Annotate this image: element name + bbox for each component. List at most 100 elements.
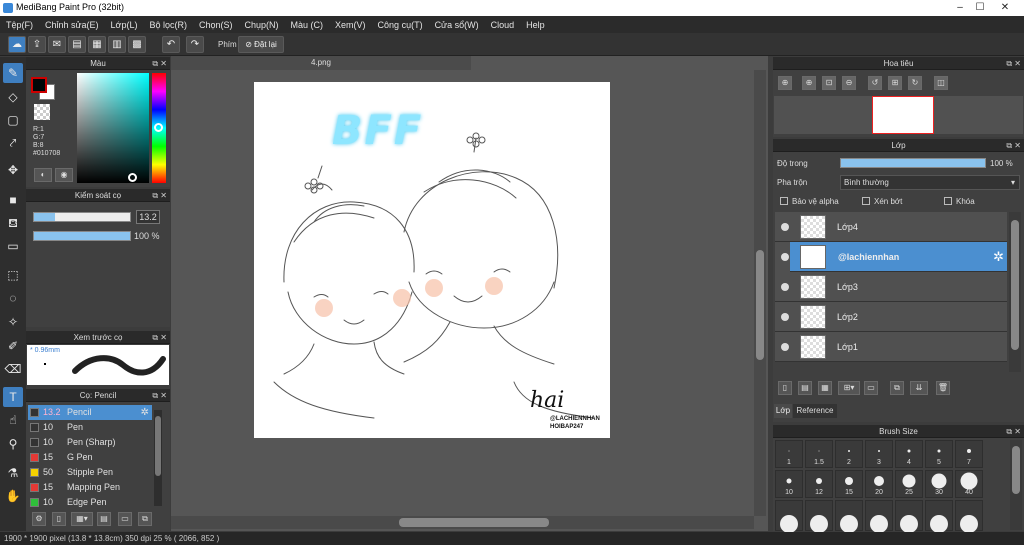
add-brush-icon[interactable]: ⚙ — [32, 512, 46, 526]
gradient-tool-icon[interactable]: ▭ — [3, 236, 23, 256]
eye-icon[interactable] — [781, 313, 789, 321]
fit-icon[interactable]: ⊡ — [822, 76, 836, 90]
redo-icon[interactable]: ↷ — [186, 36, 204, 53]
brush-size-option-2[interactable]: 2 — [835, 440, 863, 468]
move-tool-icon[interactable]: ✥ — [3, 160, 23, 180]
brush-list-scrollbar[interactable] — [154, 410, 162, 506]
layer-row-4[interactable]: Lớp4 — [775, 212, 1007, 242]
chat-icon[interactable]: ✉ — [48, 36, 66, 53]
layer-list-scrollbar[interactable] — [1009, 212, 1021, 372]
tab-layer[interactable]: Lớp — [774, 404, 792, 418]
select-pen-icon[interactable]: ✐ — [3, 336, 23, 356]
layer-add-menu-icon[interactable]: ⊞▾ — [838, 381, 860, 395]
brush-size-option-more[interactable] — [925, 500, 953, 534]
menu-edit[interactable]: Chỉnh sửa(E) — [39, 20, 105, 30]
new-halftone-layer-icon[interactable]: ▤ — [798, 381, 812, 395]
color-palette-icon[interactable]: ◐ — [34, 168, 52, 182]
panel-close-icon[interactable]: ⧉ ✕ — [152, 57, 167, 70]
brush-tool-icon[interactable]: ✎ — [3, 63, 23, 83]
brush-size-option-1[interactable]: 1 — [775, 440, 803, 468]
hue-slider-handle[interactable] — [154, 123, 163, 132]
brush-size-option-20[interactable]: 20 — [865, 470, 893, 498]
menu-select[interactable]: Chọn(S) — [193, 20, 239, 30]
brush-size-option-3[interactable]: 3 — [865, 440, 893, 468]
canvas-horizontal-scrollbar[interactable] — [171, 516, 754, 529]
text-tool-icon[interactable]: T — [3, 387, 23, 407]
layer-row-3[interactable]: Lớp3 — [775, 272, 1007, 302]
brush-size-value[interactable]: 13.2 — [136, 210, 160, 224]
brush-size-option-12[interactable]: 12 — [805, 470, 833, 498]
select-eraser-icon[interactable]: ⌫ — [3, 359, 23, 379]
hand-tool-icon[interactable]: ✋ — [3, 486, 23, 506]
cloud-icon[interactable]: ☁ — [8, 36, 26, 53]
tab-reference[interactable]: Reference — [793, 404, 837, 418]
clipping-checkbox[interactable] — [862, 197, 870, 205]
zoom-in-alt-icon[interactable]: ⊕ — [802, 76, 816, 90]
merge-layer-icon[interactable]: ⇊ — [910, 381, 928, 395]
trash-icon[interactable]: 🗑 — [936, 381, 950, 395]
pages-icon[interactable]: ▥ — [108, 36, 126, 53]
brush-item-stipple-pen[interactable]: 50 Stipple Pen — [28, 465, 152, 480]
brush-doc-icon[interactable]: ▤ — [97, 512, 111, 526]
panel-close-icon[interactable]: ⧉ ✕ — [1006, 57, 1021, 70]
rotate-reset-icon[interactable]: ⊞ — [888, 76, 902, 90]
brush-item-pen-sharp[interactable]: 10 Pen (Sharp) — [28, 435, 152, 450]
color-wheel-icon[interactable]: ◉ — [55, 168, 73, 182]
navigator-preview[interactable] — [774, 96, 1023, 134]
comment-icon[interactable]: ▤ — [68, 36, 86, 53]
lasso-tool-icon[interactable]: ◌ — [3, 288, 23, 308]
eye-icon[interactable] — [781, 253, 789, 261]
panel-close-icon[interactable]: ⧉ ✕ — [152, 331, 167, 344]
brush-size-option-10[interactable]: 10 — [775, 470, 803, 498]
blend-mode-select[interactable]: Bình thường ▾ — [840, 175, 1020, 190]
brush-size-option-more[interactable] — [865, 500, 893, 534]
rotate-left-icon[interactable]: ↺ — [868, 76, 882, 90]
new-layer-icon[interactable]: ▯ — [778, 381, 792, 395]
panel-close-icon[interactable]: ⧉ ✕ — [152, 389, 167, 402]
brush-size-option-more[interactable] — [955, 500, 983, 534]
close-button[interactable]: ✕ — [995, 1, 1015, 14]
brush-item-edge-pen[interactable]: 10 Edge Pen — [28, 495, 152, 510]
brush-size-option-more[interactable] — [895, 500, 923, 534]
brush-folder-icon[interactable]: ▭ — [118, 512, 132, 526]
layer-opacity-slider[interactable] — [840, 158, 986, 168]
menu-color[interactable]: Màu (C) — [285, 20, 330, 30]
eraser-tool-icon[interactable]: ◇ — [3, 87, 23, 107]
menu-filter[interactable]: Bộ lọc(R) — [143, 20, 193, 30]
pen-curve-icon[interactable]: ⤤ — [3, 133, 23, 153]
zoom-in-icon[interactable]: ⊕ — [778, 76, 792, 90]
alpha-protect-checkbox[interactable] — [780, 197, 788, 205]
grid-icon[interactable]: ▩ — [128, 36, 146, 53]
menu-window[interactable]: Cửa sổ(W) — [429, 20, 485, 30]
brush-size-option-30[interactable]: 30 — [925, 470, 953, 498]
menu-cloud[interactable]: Cloud — [485, 20, 521, 30]
brush-size-option-more[interactable] — [805, 500, 833, 534]
dropper-icon[interactable]: ⚗ — [3, 463, 23, 483]
zoom-out-icon[interactable]: ⊖ — [842, 76, 856, 90]
brush-item-g-pen[interactable]: 15 G Pen — [28, 450, 152, 465]
brush-size-slider[interactable] — [33, 212, 131, 222]
flip-icon[interactable]: ◫ — [934, 76, 948, 90]
menu-file[interactable]: Tệp(F) — [0, 20, 39, 30]
page-icon[interactable]: ▦ — [88, 36, 106, 53]
menu-view[interactable]: Xem(V) — [329, 20, 372, 30]
eyedropper-icon[interactable]: ⚲ — [3, 434, 23, 454]
duplicate-layer-icon[interactable]: ⧉ — [890, 381, 904, 395]
canvas-vertical-scrollbar[interactable] — [754, 70, 766, 516]
brush-item-mapping-pen[interactable]: 15 Mapping Pen — [28, 480, 152, 495]
brush-size-option-7[interactable]: 7 — [955, 440, 983, 468]
color-picker-cursor[interactable] — [128, 173, 137, 182]
brush-size-option-25[interactable]: 25 — [895, 470, 923, 498]
layer-settings-gear-icon[interactable]: ✲ — [993, 249, 1004, 265]
brush-size-option-15[interactable]: 15 — [835, 470, 863, 498]
brush-size-option-40[interactable]: 40 — [955, 470, 983, 498]
panel-close-icon[interactable]: ⧉ ✕ — [152, 189, 167, 202]
brush-size-option-5[interactable]: 5 — [925, 440, 953, 468]
upload-icon[interactable]: ⇪ — [28, 36, 46, 53]
menu-snap[interactable]: Chụp(N) — [239, 20, 285, 30]
new-8bit-layer-icon[interactable]: ▦ — [818, 381, 832, 395]
brush-size-scrollbar[interactable] — [1010, 440, 1022, 530]
maximize-button[interactable]: ☐ — [970, 1, 990, 14]
folder-icon[interactable]: ▭ — [864, 381, 878, 395]
brush-size-option-more[interactable] — [775, 500, 803, 534]
